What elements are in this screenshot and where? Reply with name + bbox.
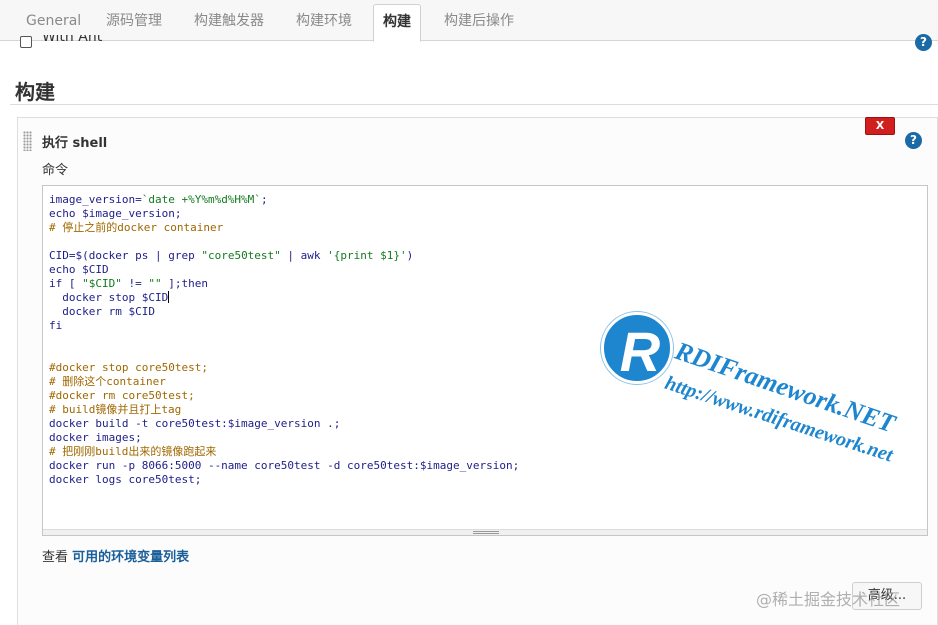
tab-post-build-actions[interactable]: 构建后操作	[444, 0, 514, 41]
section-divider	[10, 104, 938, 105]
code-line: docker build -t core50test:$image_versio…	[49, 417, 341, 430]
tab-build-environment[interactable]: 构建环境	[296, 0, 352, 41]
config-tab-bar: General 源码管理 构建触发器 构建环境 构建 构建后操作	[0, 0, 938, 42]
code-line: # 停止之前的docker container	[49, 221, 224, 234]
section-title: 构建	[15, 80, 55, 104]
rdiframework-watermark: R RDIFramework.NET http://www.rdiframewo…	[597, 310, 933, 480]
code-line: docker stop $CID	[49, 291, 170, 304]
rdiframework-logo-icon: R	[601, 312, 673, 384]
with-ant-help-icon[interactable]: ?	[915, 34, 932, 51]
env-vars-row: 查看 可用的环境变量列表	[42, 546, 189, 565]
code-line: # 删除这个container	[49, 375, 166, 388]
code-line: CID=$(docker ps | grep "core50test" | aw…	[49, 249, 414, 262]
env-vars-link[interactable]: 可用的环境变量列表	[72, 550, 189, 565]
delete-step-button[interactable]: X	[865, 117, 895, 135]
code-line: echo $image_version;	[49, 207, 182, 220]
code-line: fi	[49, 319, 63, 332]
with-ant-option: With Ant	[18, 35, 138, 49]
code-line: # build镜像并且打上tag	[49, 403, 182, 416]
code-line: image_version=`date +%Y%m%d%H%M`;	[49, 193, 268, 206]
build-step-title: 执行 shell	[42, 136, 108, 151]
code-line: # 把刚刚build出来的镜像跑起来	[49, 445, 217, 458]
text-cursor	[168, 291, 170, 303]
code-line: docker run -p 8066:5000 --name core50tes…	[49, 459, 520, 472]
tab-build[interactable]: 构建	[373, 4, 421, 42]
with-ant-label: With Ant	[42, 35, 103, 45]
code-line: docker logs core50test;	[49, 473, 202, 486]
command-code: image_version=`date +%Y%m%d%H%M`; echo $i…	[49, 193, 519, 487]
with-ant-checkbox[interactable]	[20, 36, 32, 48]
textarea-resize-bar[interactable]	[43, 529, 927, 535]
code-line: docker images;	[49, 431, 142, 444]
code-line: #docker stop core50test;	[49, 361, 208, 374]
code-line: echo $CID	[49, 263, 109, 276]
drag-handle-icon[interactable]	[23, 131, 32, 151]
resize-grip-icon[interactable]	[473, 531, 499, 534]
tab-build-triggers[interactable]: 构建触发器	[194, 0, 264, 41]
logo-letter: R	[619, 320, 661, 383]
command-label: 命令	[42, 163, 69, 178]
shell-help-icon[interactable]: ?	[905, 132, 922, 149]
code-line: #docker rm core50test;	[49, 389, 195, 402]
env-vars-prefix: 查看	[42, 550, 73, 565]
site-watermark: @稀土掘金技术社区	[756, 590, 901, 609]
code-line: docker rm $CID	[49, 305, 155, 318]
code-line: if [ "$CID" != "" ];then	[49, 277, 208, 290]
